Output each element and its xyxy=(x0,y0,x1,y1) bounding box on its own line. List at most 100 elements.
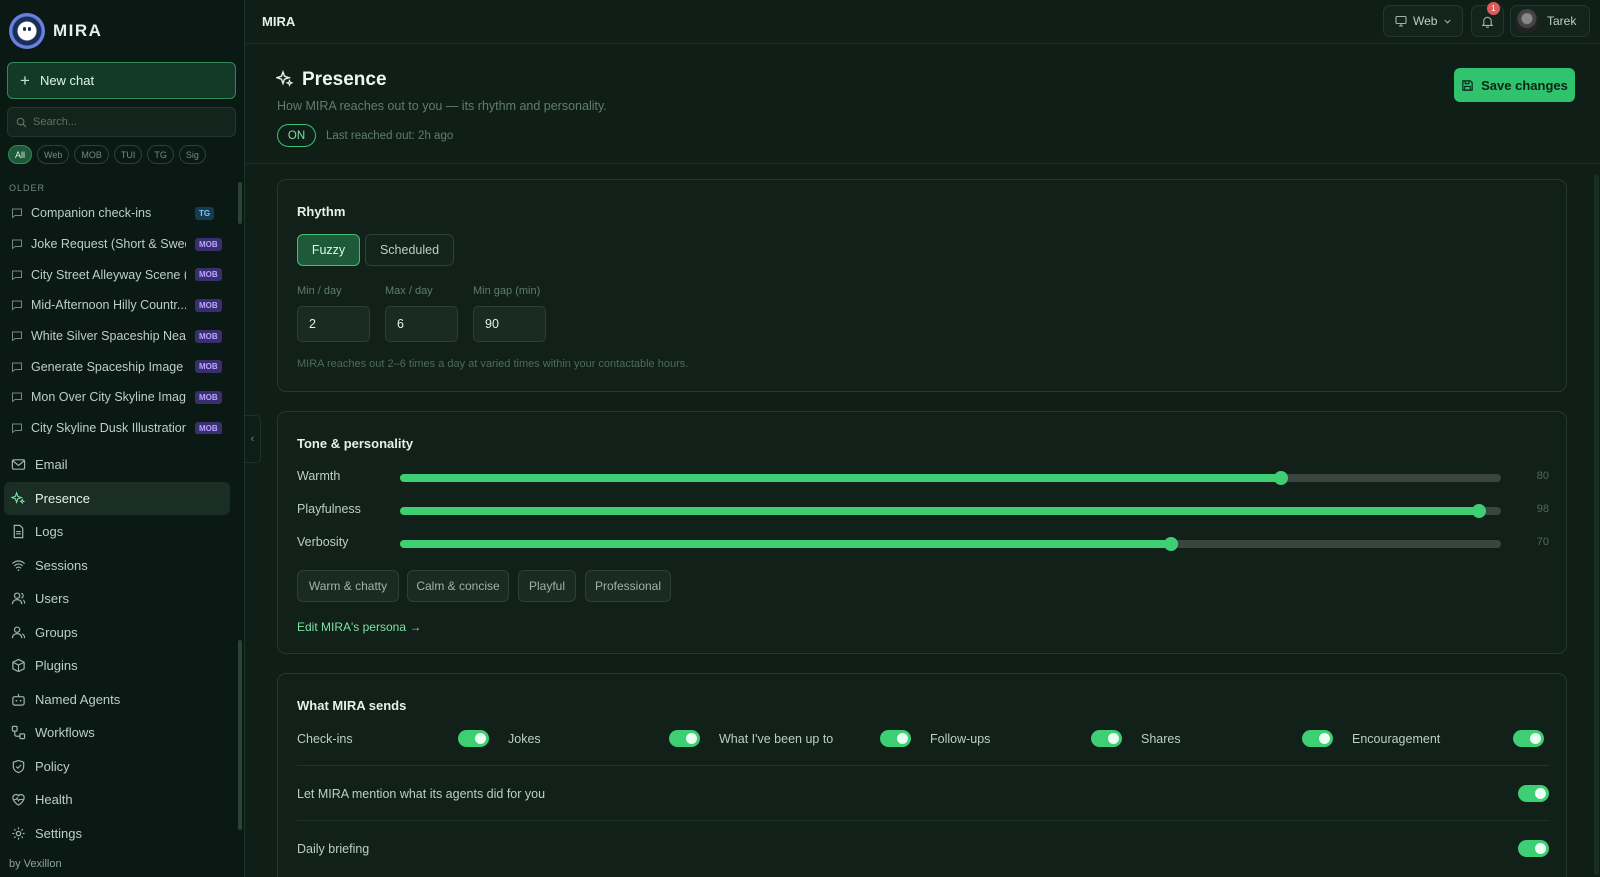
verbosity-slider[interactable] xyxy=(400,537,1501,551)
sidebar-item-named-agents[interactable]: Named Agents xyxy=(4,683,230,717)
section-label-older: OLDER xyxy=(9,183,46,193)
verbosity-slider-row: Verbosity 70 xyxy=(297,532,1549,552)
sidebar-item-workflows[interactable]: Workflows xyxy=(4,716,230,750)
verbosity-label: Verbosity xyxy=(297,535,349,549)
min-gap-label: Min gap (min) xyxy=(473,285,541,297)
filter-web[interactable]: Web xyxy=(37,145,70,164)
chat-item[interactable]: Joke Request (Short & Sweet) MOB xyxy=(0,229,232,260)
agents-mention-toggle[interactable] xyxy=(1518,785,1549,802)
shares-label: Shares xyxy=(1141,732,1181,746)
encouragement-toggle[interactable] xyxy=(1513,730,1544,747)
edit-persona-link[interactable]: Edit MIRA's persona → xyxy=(297,620,421,634)
new-chat-button[interactable]: + New chat xyxy=(7,62,236,99)
shares-toggle[interactable] xyxy=(1302,730,1333,747)
users-icon xyxy=(11,626,26,638)
check-ins-toggle[interactable] xyxy=(458,730,489,747)
sidebar-item-plugins[interactable]: Plugins xyxy=(4,649,230,683)
sidebar-item-health[interactable]: Health xyxy=(4,783,230,817)
playfulness-fill xyxy=(400,507,1479,515)
warmth-fill xyxy=(400,474,1281,482)
sidebar-item-label: Logs xyxy=(35,524,64,540)
sidebar-item-settings[interactable]: Settings xyxy=(4,817,230,851)
platform-select[interactable]: Web xyxy=(1383,5,1463,37)
filter-mob[interactable]: MOB xyxy=(74,145,109,164)
sidebar-item-sessions[interactable]: Sessions xyxy=(4,549,230,583)
chat-item[interactable]: White Silver Spaceship Near... MOB xyxy=(0,321,232,352)
sidebar-item-users[interactable]: Users xyxy=(4,582,230,616)
chat-item[interactable]: Companion check-ins TG xyxy=(0,198,232,229)
verbosity-fill xyxy=(400,540,1171,548)
preset-playful[interactable]: Playful xyxy=(518,570,576,602)
chat-title: Mon Over City Skyline Imag... xyxy=(31,390,186,405)
bell-icon xyxy=(1481,16,1494,28)
chat-bubble-icon xyxy=(12,392,22,404)
chat-title: City Street Alleyway Scene (... xyxy=(31,267,186,282)
search-input[interactable] xyxy=(33,116,223,128)
daily-briefing-toggle[interactable] xyxy=(1518,840,1549,857)
toggle-row-check-ins: Check-ins xyxy=(297,730,489,750)
package-icon xyxy=(12,658,25,673)
workflow-icon xyxy=(11,726,26,740)
chat-item[interactable]: Mid-Afternoon Hilly Countr... MOB xyxy=(0,290,232,321)
up-to-label: What I've been up to xyxy=(719,732,834,746)
platform-select-value: Web xyxy=(1413,14,1438,28)
jokes-toggle[interactable] xyxy=(669,730,700,747)
playfulness-slider[interactable] xyxy=(400,504,1501,518)
sidebar-item-label: Health xyxy=(35,792,73,808)
sidebar-item-groups[interactable]: Groups xyxy=(4,616,230,650)
min-gap-input[interactable] xyxy=(473,306,546,342)
search-icon xyxy=(16,117,27,128)
toggle-row-follow-ups: Follow-ups xyxy=(930,730,1122,750)
preset-warm-chatty[interactable]: Warm & chatty xyxy=(297,570,399,602)
up-to-toggle[interactable] xyxy=(880,730,911,747)
brand[interactable]: MIRA xyxy=(9,13,102,49)
notifications-button[interactable]: 1 xyxy=(1471,2,1504,37)
preset-professional[interactable]: Professional xyxy=(585,570,671,602)
warmth-label: Warmth xyxy=(297,469,341,483)
sparkle-icon xyxy=(276,70,294,87)
warmth-thumb[interactable] xyxy=(1273,471,1288,485)
collapse-sidebar-button[interactable]: ‹ xyxy=(245,415,261,463)
sidebar-item-policy[interactable]: Policy xyxy=(4,750,230,784)
presence-status-toggle[interactable]: ON xyxy=(277,124,316,147)
max-per-day-input[interactable] xyxy=(385,306,458,342)
sends-card: What MIRA sends Check-ins Jokes What I'v… xyxy=(277,673,1567,877)
user-icon xyxy=(11,592,26,605)
chat-item[interactable]: Generate Spaceship Image i... MOB xyxy=(0,351,232,382)
chat-item[interactable]: Mon Over City Skyline Imag... MOB xyxy=(0,382,232,413)
bot-icon xyxy=(12,693,25,706)
sidebar-scrollbar[interactable] xyxy=(238,640,242,830)
preset-calm-concise[interactable]: Calm & concise xyxy=(407,570,509,602)
sidebar-item-email[interactable]: Email xyxy=(4,448,230,482)
chat-item[interactable]: City Street Alleyway Scene (... MOB xyxy=(0,259,232,290)
chat-bubble-icon xyxy=(12,270,22,281)
playfulness-label: Playfulness xyxy=(297,502,361,516)
chat-item[interactable]: City Skyline Dusk Illustration MOB xyxy=(0,413,232,434)
warmth-value: 80 xyxy=(1536,470,1549,482)
follow-ups-toggle[interactable] xyxy=(1091,730,1122,747)
filter-tg[interactable]: TG xyxy=(147,145,174,164)
brand-name: MIRA xyxy=(53,21,103,40)
filter-sig[interactable]: Sig xyxy=(178,145,206,164)
save-changes-button[interactable]: Save changes xyxy=(1454,68,1575,102)
sidebar-item-logs[interactable]: Logs xyxy=(4,515,230,549)
filter-tui[interactable]: TUI xyxy=(113,145,143,164)
mode-fuzzy-button[interactable]: Fuzzy xyxy=(297,234,360,266)
user-menu[interactable]: Tarek xyxy=(1510,5,1590,37)
min-per-day-input[interactable] xyxy=(297,306,370,342)
toggle-row-encouragement: Encouragement xyxy=(1352,730,1544,750)
main-scrollbar[interactable] xyxy=(1594,175,1599,875)
verbosity-thumb[interactable] xyxy=(1163,537,1178,551)
mode-scheduled-button[interactable]: Scheduled xyxy=(365,234,454,266)
encouragement-label: Encouragement xyxy=(1352,732,1441,746)
sidebar-item-presence[interactable]: Presence xyxy=(4,481,230,515)
chat-list-scrollbar[interactable] xyxy=(238,182,242,224)
warmth-slider[interactable] xyxy=(400,471,1501,485)
chat-bubble-icon xyxy=(12,239,22,250)
filter-all[interactable]: All xyxy=(8,145,33,164)
playfulness-thumb[interactable] xyxy=(1471,504,1486,518)
heart-pulse-icon xyxy=(12,794,25,807)
header-divider xyxy=(246,163,1600,164)
platform-badge: MOB xyxy=(195,390,222,404)
search-box[interactable] xyxy=(7,107,236,137)
